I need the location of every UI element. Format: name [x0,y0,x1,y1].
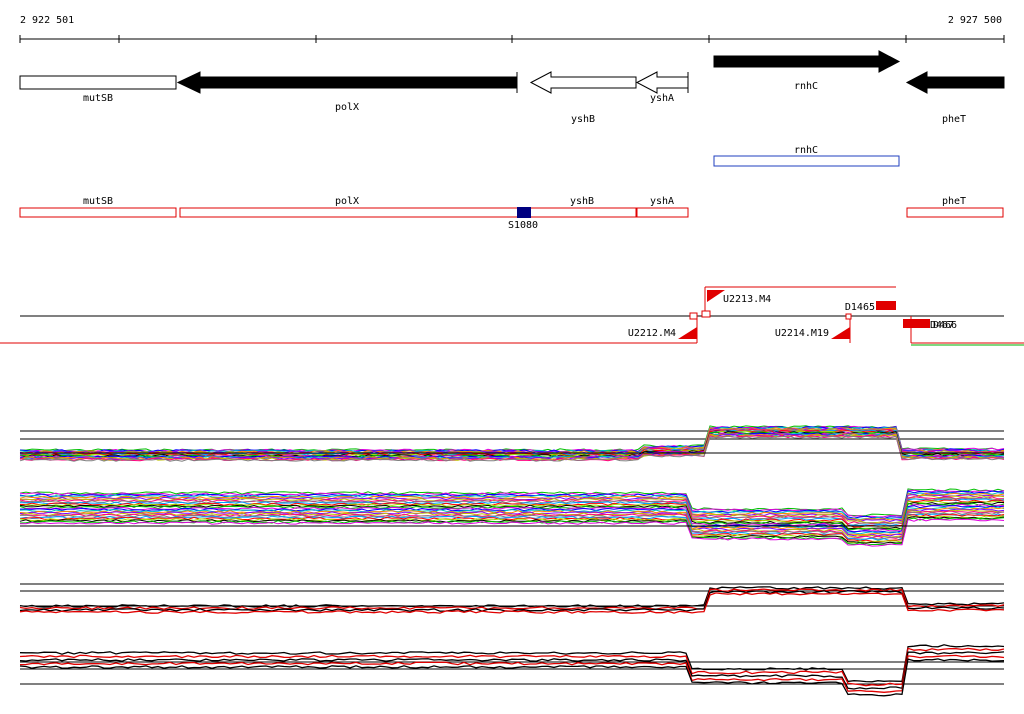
feature-node [845,313,852,320]
region-label: yshA [650,196,674,207]
gene-rnhC-arrow[interactable] [713,50,901,73]
profile-line [19,651,1005,690]
gene-label: yshB [571,114,595,125]
gene-track: mutSB polX yshB yshA rnhC pheT [19,50,1005,125]
profile-track-2 [19,488,1005,547]
genome-browser-view: 2 922 501 2 927 500 mutSB polX yshB yshA [0,15,1024,697]
gene-label: polX [335,102,359,113]
feature-label: D466 [933,320,957,331]
profile-line [19,654,1005,693]
profile-lines [19,488,1005,547]
coordinate-ruler: 2 922 501 2 927 500 [19,15,1005,43]
flag-U2212-icon[interactable] [678,327,697,339]
gene-pheT[interactable]: pheT [905,71,1005,125]
profile-track-1 [19,425,1005,462]
region-pheT[interactable] [906,207,1004,218]
region-polX[interactable] [179,207,637,218]
region-mutSB[interactable] [19,207,177,218]
gene-polX-arrow[interactable] [176,71,517,94]
feature-D1465-box[interactable] [876,301,896,310]
ruler-start-label: 2 922 501 [20,15,74,26]
site-marker-S1080[interactable] [517,207,531,218]
region-label: pheT [942,196,966,207]
gene-pheT-arrow[interactable] [905,71,1005,94]
gene-mutSB[interactable]: mutSB [19,75,177,104]
gene-label: yshA [650,93,674,104]
feature-label: U2213.M4 [723,294,771,305]
gene-yshB-arrow[interactable] [529,71,637,94]
region-label: mutSB [83,196,113,207]
feature-node [701,310,711,318]
region-label: yshB [570,196,594,207]
gene-yshB[interactable]: yshB [529,71,637,125]
profile-track-3 [19,583,1005,614]
feature-track: U2213.M4 D1465 U2212.M4 U2214.M19 D467 D… [0,286,1024,346]
region-track: mutSB polX yshB yshA pheT S1080 [19,196,1004,231]
gene-polX[interactable]: polX [176,71,518,113]
gene-rnhC[interactable]: rnhC [713,50,901,92]
profile-lines [19,644,1005,697]
feature-label: U2214.M19 [775,328,829,339]
gene-yshA-arrow[interactable] [635,71,689,94]
gene-label: rnhC [794,81,818,92]
flag-U2214-icon[interactable] [831,327,850,339]
region-label: polX [335,196,359,207]
feature-D467-box[interactable] [903,319,930,328]
annotation-track: rnhC [713,145,900,167]
region-yshA[interactable] [636,207,689,218]
gene-label: pheT [942,114,966,125]
gene-label: mutSB [83,93,113,104]
site-marker-label: S1080 [508,220,538,231]
ruler-end-label: 2 927 500 [948,15,1002,26]
profile-track-4 [19,644,1005,697]
gene-yshA[interactable]: yshA [635,71,689,104]
feature-node [689,312,698,320]
feature-label: D1465 [845,302,875,313]
gene-mutSB-box[interactable] [19,75,177,90]
annotation-rnhC-box[interactable] [713,155,900,167]
feature-label: U2212.M4 [628,328,676,339]
annotation-label: rnhC [794,145,818,156]
